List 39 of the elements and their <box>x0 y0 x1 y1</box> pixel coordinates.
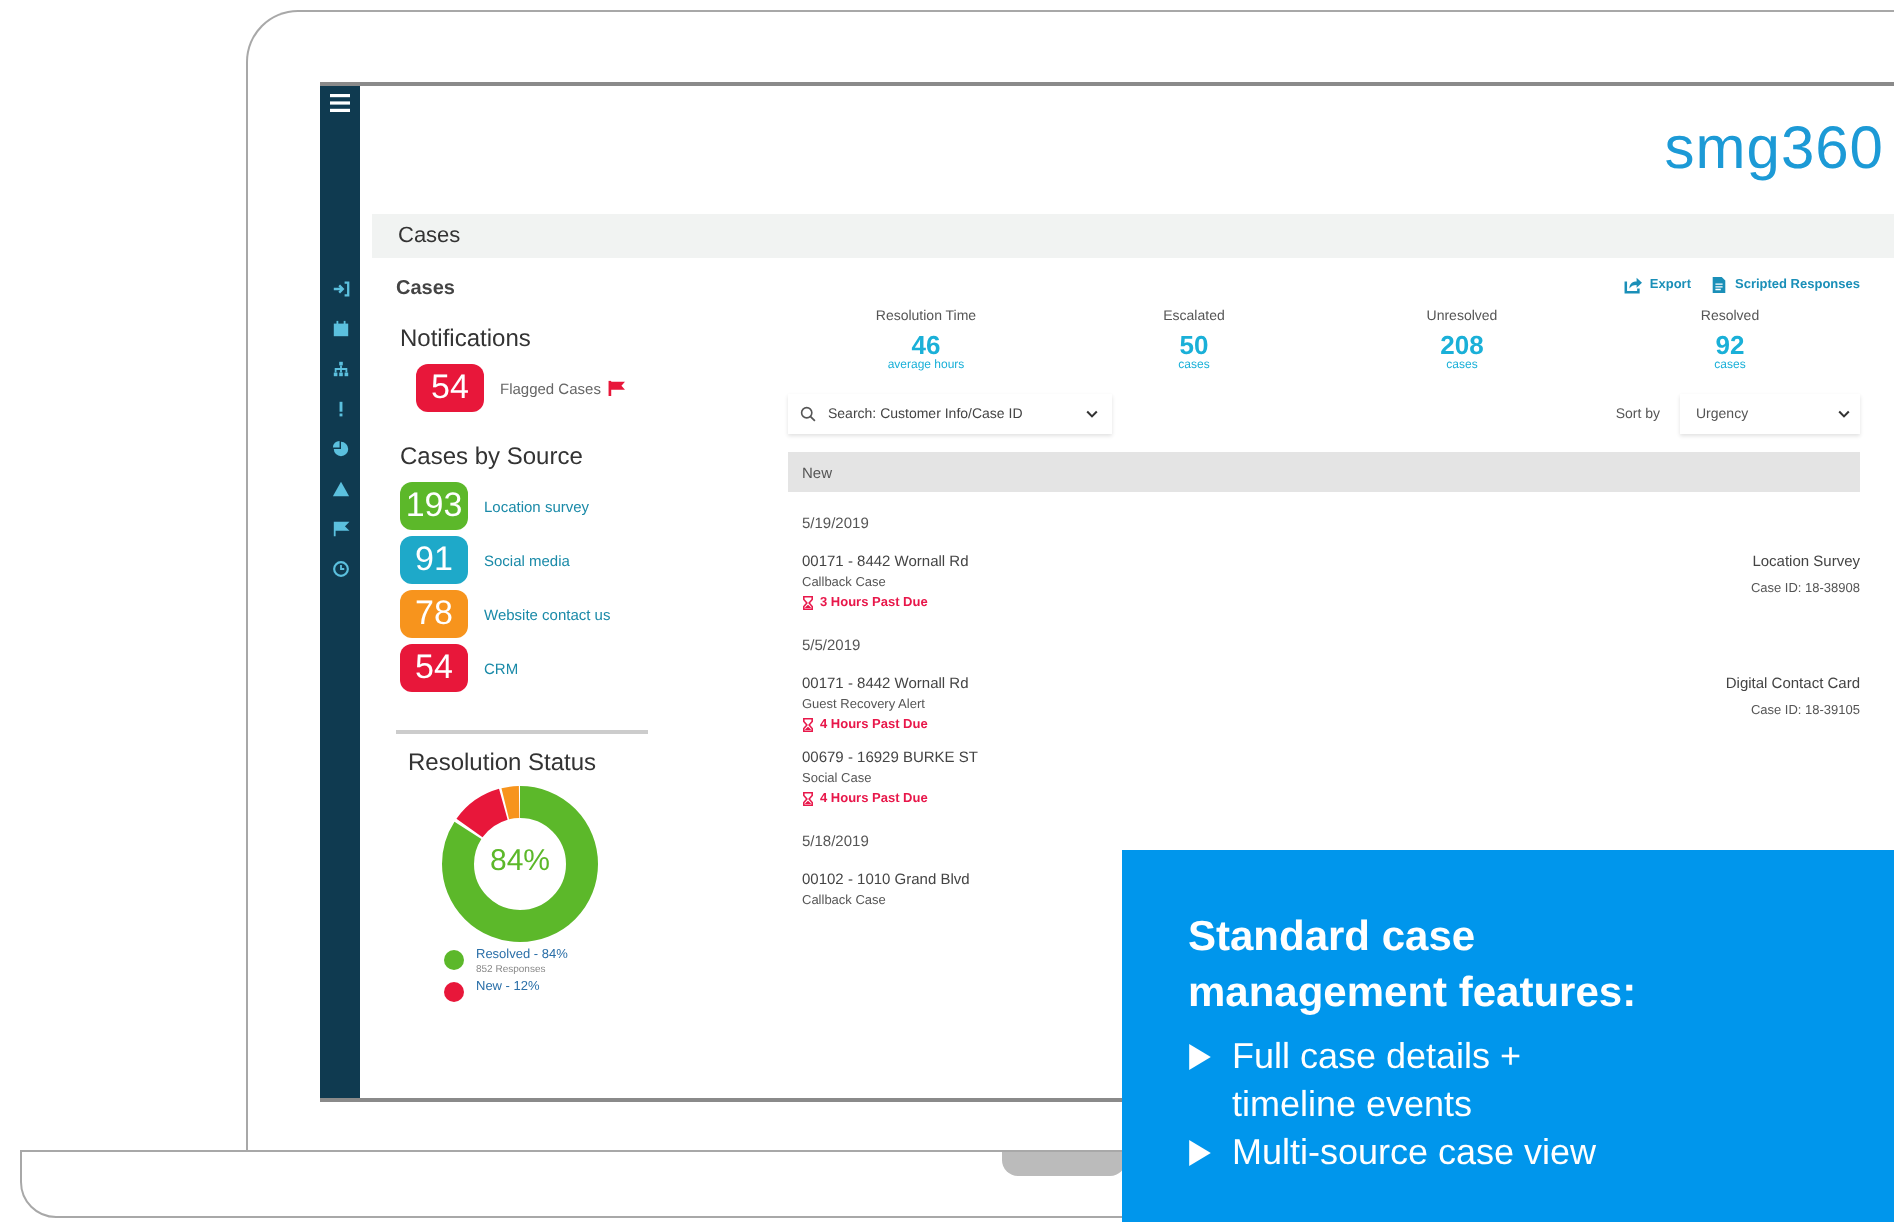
count-badge: 91 <box>400 536 468 584</box>
bullet-triangle-icon <box>1188 1140 1212 1166</box>
hourglass-icon <box>802 718 814 732</box>
stat-value: 46 <box>911 330 941 360</box>
menu-icon[interactable] <box>330 94 350 112</box>
count-badge: 54 <box>400 644 468 692</box>
hourglass-icon <box>802 596 814 610</box>
section-title: Cases by Source <box>400 442 585 470</box>
flag-icon[interactable] <box>331 520 349 538</box>
page-title: Cases <box>398 224 461 248</box>
laptop-notch <box>1002 1152 1126 1176</box>
stat-value: 50 <box>1179 330 1209 360</box>
flag-icon <box>608 380 627 396</box>
chevron-down-icon <box>1836 406 1852 422</box>
count-badge: 78 <box>400 590 468 638</box>
warning-icon[interactable] <box>331 480 349 498</box>
sign-in-icon[interactable] <box>331 280 349 298</box>
promo-title: Standard case management features: <box>1188 912 1639 1020</box>
hourglass-icon <box>802 792 814 806</box>
promo-bullet: Full case details + timeline events <box>1232 1034 1524 1128</box>
pie-chart-icon[interactable] <box>331 440 349 458</box>
section-title: Notifications <box>400 324 533 352</box>
chevron-down-icon <box>1084 406 1100 422</box>
export-icon <box>1623 276 1642 294</box>
clock-icon[interactable] <box>331 560 349 578</box>
stat-value: 92 <box>1715 330 1745 360</box>
count-badge: 193 <box>400 482 468 530</box>
calendar-icon[interactable] <box>331 320 349 338</box>
stat-value: 208 <box>1440 330 1484 360</box>
document-icon <box>1709 276 1727 294</box>
logo: smg360 <box>1664 116 1884 184</box>
bullet-triangle-icon <box>1188 1044 1212 1070</box>
search-icon <box>800 406 816 422</box>
card-title: Cases <box>396 278 457 300</box>
promo-bullet: Multi-source case view <box>1232 1130 1599 1176</box>
section-title: Resolution Status <box>408 748 599 776</box>
count-badge: 54 <box>416 364 484 412</box>
donut-center-value: 84% <box>487 844 553 878</box>
hierarchy-icon[interactable] <box>331 360 349 378</box>
